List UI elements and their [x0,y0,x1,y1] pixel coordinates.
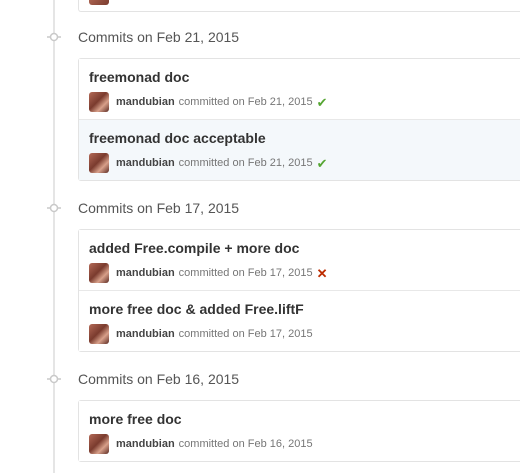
commit-list: added Free.compile + more doc mandubian … [78,229,520,352]
author-link[interactable]: mandubian [116,328,175,340]
commit-group-title: Commits on Feb 16, 2015 [78,371,240,387]
commit-title-link[interactable]: freemonad doc acceptable [89,130,266,146]
commit-date: committed on Feb 16, 2015 [178,438,313,450]
commit-group-icon [47,32,61,42]
avatar[interactable] [89,92,109,112]
author-link[interactable]: mandubian [116,157,175,169]
timeline-line [53,0,55,473]
commit-row[interactable]: more free doc mandubian committed on Feb… [79,401,520,461]
commit-group-icon [47,374,61,384]
commit-group-title: Commits on Feb 21, 2015 [78,29,240,45]
commit-date: committed on Feb 21, 2015 [178,96,313,108]
avatar[interactable] [89,153,109,173]
commit-title-link[interactable]: freemonad doc [89,69,189,85]
commit-row[interactable]: freemonad doc mandubian committed on Feb… [79,59,520,120]
commit-meta: mandubian committed on Feb 21, 2015 ✔ [89,92,328,112]
avatar[interactable] [89,434,109,454]
commit-group-title: Commits on Feb 17, 2015 [78,200,240,216]
commit-title-link[interactable]: added Free.compile + more doc [89,240,299,256]
commit-meta: mandubian committed on Feb 16, 2015 [89,434,313,454]
commit-meta: mandubian committed on Feb 17, 2015 [89,324,313,344]
check-icon[interactable]: ✔ [317,96,328,109]
author-link[interactable]: mandubian [116,438,175,450]
commit-title-link[interactable]: more free doc & added Free.liftF [89,301,304,317]
author-link[interactable]: mandubian [116,267,175,279]
commit-list: more free doc mandubian committed on Feb… [78,400,520,462]
previous-commit-box [78,0,520,12]
avatar[interactable] [89,263,109,283]
x-icon[interactable]: ✕ [317,267,328,280]
author-link[interactable]: mandubian [116,96,175,108]
check-icon[interactable]: ✔ [317,157,328,170]
avatar[interactable] [89,324,109,344]
commit-list: freemonad doc mandubian committed on Feb… [78,58,520,181]
commit-row[interactable]: added Free.compile + more doc mandubian … [79,230,520,291]
commit-date: committed on Feb 17, 2015 [178,267,313,279]
avatar [89,0,109,5]
commit-meta: mandubian committed on Feb 17, 2015 ✕ [89,263,328,283]
commit-title-link[interactable]: more free doc [89,411,182,427]
commit-meta: mandubian committed on Feb 21, 2015 ✔ [89,153,328,173]
commit-group-icon [47,203,61,213]
commit-row[interactable]: freemonad doc acceptable mandubian commi… [79,120,520,180]
commit-date: committed on Feb 21, 2015 [178,157,313,169]
commit-date: committed on Feb 17, 2015 [178,328,313,340]
commit-row[interactable]: more free doc & added Free.liftF mandubi… [79,291,520,351]
